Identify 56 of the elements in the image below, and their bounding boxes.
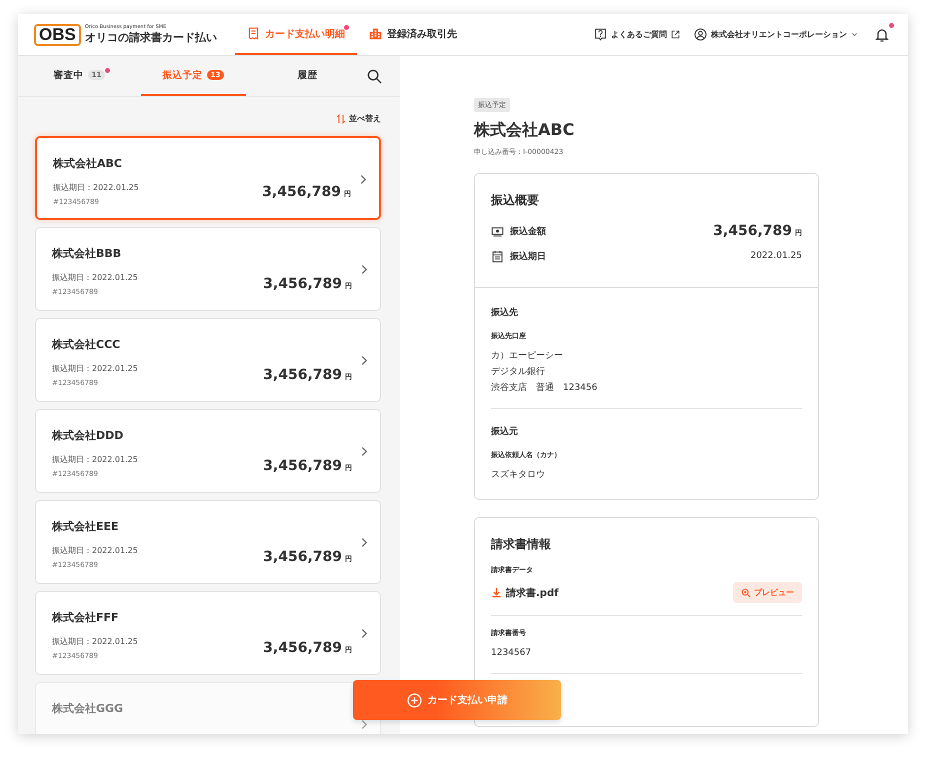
payment-card[interactable]: 株式会社GGG: [35, 682, 381, 734]
building-icon: [368, 27, 382, 40]
field-label: 振込期日: [510, 250, 547, 262]
sort-button[interactable]: 並べ替え: [336, 113, 381, 124]
user-icon: [694, 28, 707, 41]
search-icon: [367, 68, 382, 84]
logo-mark: OBS: [34, 24, 81, 46]
section-heading: 振込概要: [491, 192, 540, 209]
external-link-icon: [671, 30, 680, 39]
banknote-icon: [491, 224, 504, 238]
due-date: 振込期日：2022.01.25: [52, 363, 139, 374]
field-label: 振込金額: [510, 225, 547, 238]
chevron-right-icon: [361, 264, 368, 275]
due-date: 振込期日：2022.01.25: [53, 182, 140, 193]
account-menu[interactable]: 株式会社オリエントコーポレーション: [694, 14, 858, 55]
faq-link[interactable]: よくあるご質問: [594, 14, 680, 55]
due-date: 振込期日：2022.01.25: [52, 454, 139, 465]
account-detail: カ）エーピーシー: [491, 350, 564, 363]
chevron-down-icon: [851, 31, 858, 38]
bell-icon: [874, 26, 890, 42]
due-date: 2022.01.25: [750, 251, 802, 261]
chevron-right-icon: [361, 446, 368, 457]
account-detail: デジタル銀行: [491, 366, 546, 379]
chevron-right-icon: [360, 174, 367, 185]
question-icon: [594, 28, 607, 41]
company-name: 株式会社DDD: [52, 428, 124, 443]
tab[interactable]: 履歴: [255, 56, 360, 96]
section-heading: 請求書情報: [491, 536, 552, 553]
chevron-right-icon: [361, 537, 368, 548]
section-heading: 振込先: [491, 306, 519, 319]
chevron-right-icon: [361, 355, 368, 366]
nav-tab[interactable]: 登録済み取引先: [356, 14, 469, 55]
company-name: 株式会社GGG: [52, 701, 124, 716]
download-icon: [491, 587, 502, 598]
chevron-right-icon: [361, 628, 368, 639]
payer-name: スズキタロウ: [491, 468, 546, 482]
due-date: 振込期日：2022.01.25: [52, 272, 139, 283]
account-detail: 渋谷支店 普通 123456: [491, 381, 598, 395]
due-date: 振込期日：2022.01.25: [52, 636, 139, 647]
detail-title: 株式会社ABC: [474, 120, 574, 141]
section-heading: 振込元: [491, 425, 519, 438]
plus-circle-icon: [406, 692, 422, 708]
company-name: 株式会社EEE: [52, 519, 120, 534]
company-name: 株式会社CCC: [52, 337, 122, 352]
calendar-icon: [491, 250, 504, 262]
company-name: 株式会社BBB: [52, 246, 122, 261]
invoice-number: 1234567: [491, 647, 532, 660]
zoom-in-icon: [741, 588, 751, 598]
company-name: 株式会社ABC: [53, 156, 123, 171]
sort-icon: [336, 114, 346, 124]
file-download-link[interactable]: 請求書.pdf: [491, 586, 558, 600]
chevron-right-icon: [361, 719, 368, 730]
receipt-icon: [246, 27, 260, 40]
due-date: 振込期日：2022.01.25: [52, 545, 139, 556]
app-name: オリコの請求書カード払い: [84, 31, 217, 45]
company-name: 株式会社FFF: [52, 610, 120, 625]
